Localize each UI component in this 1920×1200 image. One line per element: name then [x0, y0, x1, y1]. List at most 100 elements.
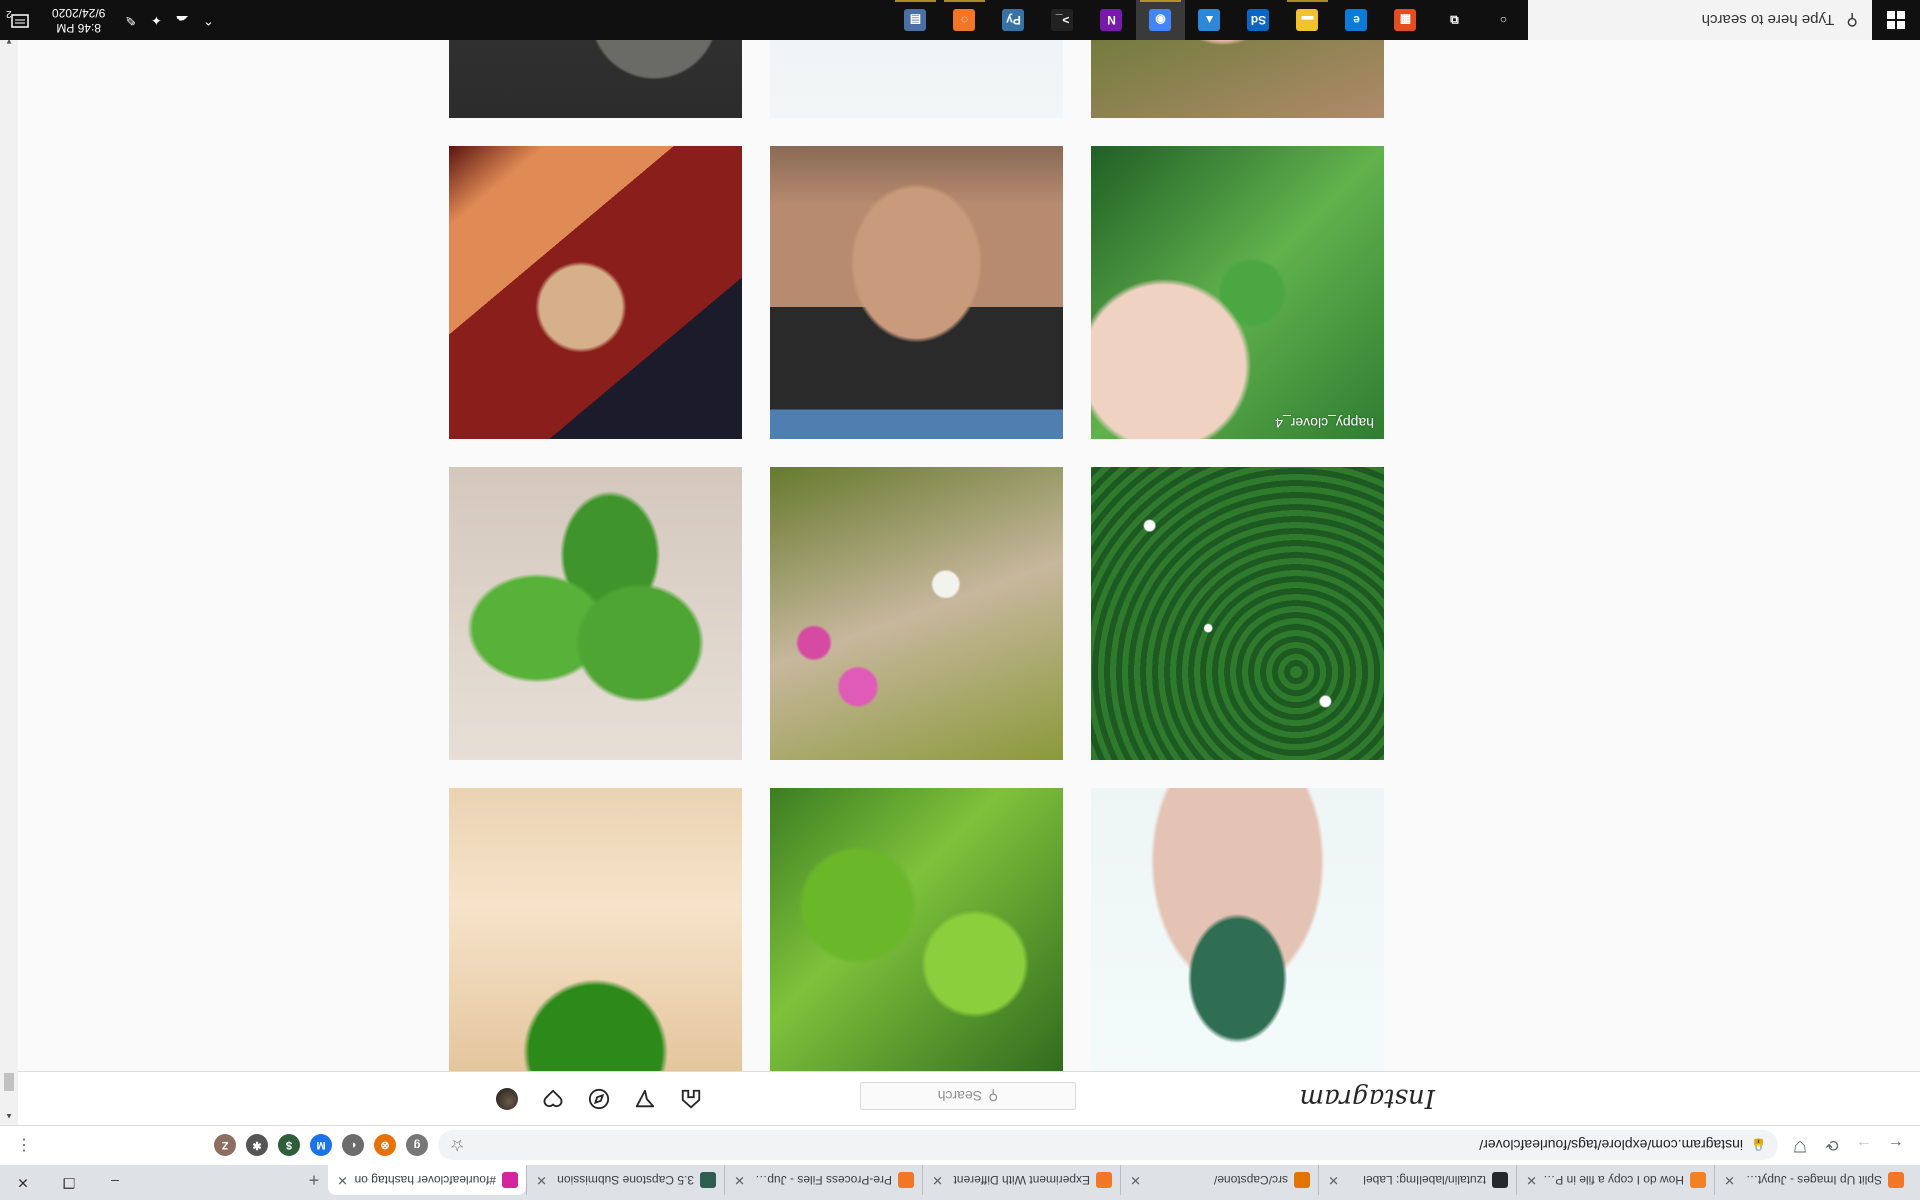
reload-button[interactable]: ⟳ [1816, 1130, 1848, 1162]
back-button[interactable]: ← [1880, 1130, 1912, 1162]
save-to-pocket-icon[interactable]: ⛉ [1784, 1130, 1816, 1162]
tab-title: How do I copy a file in Pyth [1543, 1173, 1684, 1187]
home-icon[interactable] [679, 1087, 703, 1111]
tab-title: Split Up Images - Jupyter N [1741, 1173, 1882, 1187]
forward-button[interactable]: → [1848, 1130, 1880, 1162]
post-thumbnail-four-leaf-closeup[interactable] [449, 467, 742, 760]
browser-tab[interactable]: tzutalin/labelImg: Label ✕ [1318, 1165, 1516, 1195]
instagram-search-input[interactable]: ⚲ Search [860, 1082, 1076, 1110]
tab-close-icon[interactable]: ✕ [1327, 1172, 1339, 1188]
browser-tab[interactable]: 3.5 Capstone Submission ✕ [526, 1165, 724, 1195]
post-thumbnail-clover-sand-top[interactable] [449, 788, 742, 1071]
page-scrollbar[interactable]: ▲ ▼ [0, 33, 18, 1125]
activity-heart-icon[interactable] [541, 1087, 565, 1111]
explore-compass-icon[interactable] [587, 1087, 611, 1111]
browser-tab[interactable]: Split Up Images - Jupyter N ✕ [1714, 1165, 1912, 1195]
new-tab-button[interactable]: + [300, 1165, 328, 1195]
chevron-up-icon[interactable]: ⌃ [195, 12, 221, 28]
tab-favicon-icon [1690, 1172, 1706, 1188]
search-placeholder: Search [937, 1088, 983, 1104]
menu-kebab-icon[interactable]: ⋮ [8, 1130, 40, 1162]
direct-messages-icon[interactable] [633, 1087, 657, 1111]
post-thumbnail-clover-flowers[interactable] [770, 467, 1063, 760]
post-thumbnail-person-photo[interactable] [770, 146, 1063, 439]
taskbar-clock[interactable]: 8:46 PM 9/24/2020 [40, 5, 117, 35]
taskbar-app-glyph: ▤ [904, 9, 927, 31]
running-indicator [1140, 0, 1181, 2]
extension-icon[interactable]: ⊗ [374, 1134, 396, 1157]
scrollbar-thumb[interactable] [4, 1073, 14, 1091]
extension-icon[interactable]: M [310, 1134, 332, 1157]
post-thumbnail-hand-picking-clover[interactable]: happy_clover_4 [1091, 146, 1384, 439]
onenote-icon[interactable]: N [1087, 0, 1136, 40]
tab-favicon-icon [1294, 1172, 1310, 1188]
extension-icon[interactable]: ◐ [342, 1134, 364, 1157]
close-window-button[interactable]: ✕ [0, 1165, 46, 1200]
photoshop-icon[interactable]: Sd [1234, 0, 1283, 40]
tab-close-icon[interactable]: ✕ [1525, 1172, 1537, 1188]
post-thumbnail-anime-art[interactable] [449, 146, 742, 439]
tab-title: tzutalin/labelImg: Label [1363, 1173, 1486, 1187]
taskbar-app-glyph: ▬ [1296, 9, 1319, 31]
tab-close-icon[interactable]: ✕ [1129, 1172, 1141, 1188]
tab-favicon-icon [898, 1172, 914, 1188]
minimize-button[interactable]: – [92, 1165, 138, 1200]
running-indicator [944, 0, 985, 2]
taskbar-app-glyph: ○ [1492, 9, 1515, 31]
post-thumbnail-clover-in-hand-top[interactable] [1091, 788, 1384, 1071]
terminal-icon[interactable]: >_ [1038, 0, 1087, 40]
instagram-logo[interactable]: Instagram [1299, 1083, 1435, 1113]
post-thumbnail-fingers-holding-clover[interactable] [1091, 33, 1384, 118]
pen-icon[interactable]: ✎ [117, 12, 143, 28]
tab-close-icon[interactable]: ✕ [733, 1172, 745, 1188]
search-icon: ⚲ [988, 1088, 999, 1105]
dropbox-icon[interactable]: ✦ [143, 12, 169, 28]
search-icon: ⚲ [1846, 11, 1858, 28]
file-explorer-icon[interactable]: ▬ [1283, 0, 1332, 40]
bookmark-star-icon[interactable]: ☆ [450, 1136, 464, 1156]
onedrive-cloud-icon[interactable]: ☁ [169, 12, 195, 28]
extension-icon[interactable]: g [406, 1134, 428, 1157]
tab-title: #fourleafclover hashtag on [354, 1173, 496, 1187]
tab-favicon-icon [1096, 1172, 1112, 1188]
screen: Split Up Images - Jupyter N ✕ How do I cop… [0, 0, 1920, 1200]
scroll-up-arrow[interactable]: ▲ [0, 1108, 18, 1125]
photos-icon[interactable]: ▲ [1185, 0, 1234, 40]
lock-icon: 🔒 [1751, 1138, 1766, 1153]
post-thumbnail-clover-leaves-top[interactable] [770, 788, 1063, 1071]
profile-avatar[interactable] [495, 1087, 519, 1111]
post-thumbnail-watercolor-drawing[interactable] [770, 33, 1063, 118]
python-icon[interactable]: Py [989, 0, 1038, 40]
taskbar-app-glyph: Sd [1247, 9, 1270, 31]
post-thumbnail-pressed-flower-coasters[interactable] [449, 33, 742, 118]
browser-tab[interactable]: Experiment With Different ✕ [922, 1165, 1120, 1195]
chrome-icon[interactable]: ◉ [1136, 0, 1185, 40]
running-indicator [895, 0, 936, 2]
post-thumbnail-clover-field[interactable] [1091, 467, 1384, 760]
extension-icon[interactable]: Z [214, 1134, 236, 1157]
extension-icon[interactable]: ✱ [246, 1134, 268, 1157]
browser-tab[interactable]: #fourleafclover hashtag on ✕ [328, 1165, 526, 1195]
calculator-icon[interactable]: ▤ [891, 0, 940, 40]
cortana-icon[interactable]: ○ [1479, 0, 1528, 40]
browser-tab[interactable]: How do I copy a file in Pyth ✕ [1516, 1165, 1714, 1195]
restore-button[interactable]: ❐ [46, 1165, 92, 1200]
browser-tab[interactable]: src/Capstone/ ✕ [1120, 1165, 1318, 1195]
edge-icon[interactable]: e [1332, 0, 1381, 40]
taskbar-search-box[interactable]: ⚲ Type here to search [1528, 0, 1872, 40]
address-bar[interactable]: 🔒 instagram.com/explore/tags/fourleafclo… [438, 1130, 1778, 1161]
taskbar-app-glyph: ◉ [1149, 9, 1172, 31]
task-view-icon[interactable]: ⧉ [1430, 0, 1479, 40]
notification-center-icon[interactable]: 2 [0, 0, 40, 40]
tab-close-icon[interactable]: ✕ [931, 1172, 943, 1188]
browser-tab[interactable]: Pre-Process Files - Jupyter ✕ [724, 1165, 922, 1195]
tab-close-icon[interactable]: ✕ [535, 1172, 547, 1188]
notification-badge: 2 [6, 8, 12, 19]
extension-icon[interactable]: $ [278, 1134, 300, 1157]
tab-close-icon[interactable]: ✕ [1723, 1172, 1735, 1188]
tab-close-icon[interactable]: ✕ [336, 1172, 348, 1188]
jupyter-icon[interactable]: ◌ [940, 0, 989, 40]
office-icon[interactable]: ▦ [1381, 0, 1430, 40]
taskbar-apps: ○ ⧉ ▦ e ▬ Sd ▲ ◉ N >_ Py ◌ ▤ [891, 0, 1528, 40]
start-windows-icon[interactable] [1872, 0, 1920, 40]
